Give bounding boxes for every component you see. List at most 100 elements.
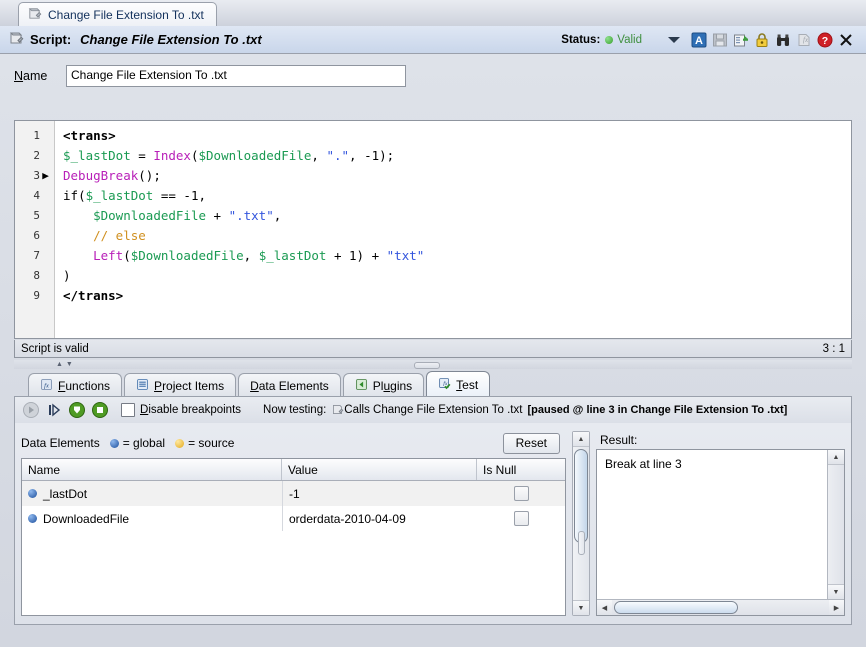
- result-hscroll-thumb[interactable]: [614, 601, 738, 614]
- breakpoint-marker-icon[interactable]: ▶: [40, 166, 51, 186]
- script-code-editor[interactable]: 123▶456789 <trans>$_lastDot = Index($Dow…: [14, 120, 852, 339]
- stop-button[interactable]: [90, 400, 110, 420]
- scroll-down-arrow-icon[interactable]: ▼: [573, 600, 589, 615]
- code-token: if: [63, 188, 78, 203]
- svg-text:fx: fx: [803, 36, 809, 44]
- gutter-line[interactable]: 6: [15, 226, 54, 246]
- table-header-row: NameValueIs Null: [22, 459, 565, 481]
- is-null-checkbox[interactable]: [514, 511, 529, 526]
- result-text: Break at line 3: [597, 450, 827, 599]
- global-legend-dot: [110, 439, 119, 448]
- result-horizontal-scrollbar[interactable]: ◀ ▶: [597, 599, 844, 615]
- table-row[interactable]: DownloadedFileorderdata-2010-04-09: [22, 506, 565, 531]
- pane-splitter[interactable]: ▲▼: [14, 360, 852, 369]
- font-button[interactable]: A: [690, 31, 707, 48]
- gutter-line[interactable]: 5: [15, 206, 54, 226]
- resume-button[interactable]: [67, 400, 87, 420]
- code-token: "txt": [387, 248, 425, 263]
- code-line[interactable]: DebugBreak();: [63, 166, 851, 186]
- result-vertical-scrollbar[interactable]: ▲ ▼: [827, 450, 844, 599]
- code-token: // else: [93, 228, 146, 243]
- code-token: , -1);: [349, 148, 394, 163]
- cell-is-null[interactable]: [477, 506, 565, 531]
- scroll-thumb[interactable]: [574, 449, 588, 543]
- code-token: =: [138, 148, 153, 163]
- scroll-grip[interactable]: [578, 531, 585, 555]
- tab-label: Plugins: [373, 379, 412, 393]
- tab-functions[interactable]: fxFunctions: [28, 373, 122, 397]
- splitter-grip[interactable]: [414, 362, 440, 369]
- column-header-is-null[interactable]: Is Null: [477, 459, 565, 480]
- run-button[interactable]: [21, 400, 41, 420]
- result-title: Result:: [600, 433, 637, 447]
- gutter-line[interactable]: 3▶: [15, 166, 54, 186]
- tab-data-elements[interactable]: Data Elements: [238, 373, 341, 397]
- tab-label: Functions: [58, 379, 110, 393]
- code-token: Left: [93, 248, 123, 263]
- disable-breakpoints-checkbox[interactable]: [121, 403, 135, 417]
- editor-code-area[interactable]: <trans>$_lastDot = Index($DownloadedFile…: [55, 121, 851, 338]
- code-line[interactable]: Left($DownloadedFile, $_lastDot + 1) + "…: [63, 246, 851, 266]
- test-panels: Data Elements = global = source Reset Na…: [14, 423, 852, 625]
- code-line[interactable]: <trans>: [63, 126, 851, 146]
- code-token: + 1) +: [326, 248, 386, 263]
- gutter-line[interactable]: 1: [15, 126, 54, 146]
- script-properties-button[interactable]: fx: [795, 31, 812, 48]
- tab-project-items[interactable]: Project Items: [124, 373, 236, 397]
- tab-label: Test: [456, 378, 478, 392]
- code-line[interactable]: if($_lastDot == -1,: [63, 186, 851, 206]
- disable-breakpoints-label[interactable]: Disable breakpoints: [140, 404, 241, 416]
- close-button[interactable]: [837, 31, 854, 48]
- cell-value[interactable]: orderdata-2010-04-09: [282, 506, 477, 531]
- gutter-line[interactable]: 9: [15, 286, 54, 306]
- scroll-up-arrow-icon[interactable]: ▲: [573, 432, 589, 447]
- tab-plugins[interactable]: Plugins: [343, 373, 424, 397]
- lock-button[interactable]: [753, 31, 770, 48]
- code-token: (: [123, 248, 131, 263]
- global-dot-icon: [28, 489, 37, 498]
- reset-button[interactable]: Reset: [503, 433, 560, 454]
- result-hscroll-track[interactable]: [612, 600, 829, 615]
- save-button[interactable]: [711, 31, 728, 48]
- chevron-down-icon[interactable]: [668, 37, 680, 43]
- column-header-name[interactable]: Name: [22, 459, 282, 480]
- table-row[interactable]: _lastDot-1: [22, 481, 565, 506]
- gutter-line[interactable]: 4: [15, 186, 54, 206]
- status-value: Valid: [617, 34, 642, 46]
- is-null-checkbox[interactable]: [514, 486, 529, 501]
- name-input[interactable]: Change File Extension To .txt: [66, 65, 406, 87]
- document-tab[interactable]: Change File Extension To .txt: [18, 2, 217, 26]
- result-scroll-down-arrow-icon[interactable]: ▼: [828, 584, 844, 599]
- help-button[interactable]: ?: [816, 31, 833, 48]
- scroll-track[interactable]: [573, 447, 589, 600]
- gutter-line[interactable]: 2: [15, 146, 54, 166]
- gutter-line[interactable]: 7: [15, 246, 54, 266]
- splitter-arrows-icon[interactable]: ▲▼: [56, 361, 76, 368]
- binoculars-icon[interactable]: [774, 31, 791, 48]
- data-elements-scrollbar[interactable]: ▲ ▼: [572, 431, 590, 616]
- code-line[interactable]: </trans>: [63, 286, 851, 306]
- result-scroll-track[interactable]: [828, 465, 844, 584]
- result-scroll-up-arrow-icon[interactable]: ▲: [828, 450, 844, 465]
- result-scroll-right-arrow-icon[interactable]: ▶: [829, 600, 844, 615]
- gutter-line[interactable]: 8: [15, 266, 54, 286]
- code-line[interactable]: // else: [63, 226, 851, 246]
- export-button[interactable]: [732, 31, 749, 48]
- code-line[interactable]: $_lastDot = Index($DownloadedFile, ".", …: [63, 146, 851, 166]
- code-token: ,: [244, 248, 259, 263]
- tab-label: Data Elements: [250, 379, 329, 393]
- code-token: == -1,: [161, 188, 206, 203]
- data-elements-title: Data Elements: [21, 436, 100, 450]
- column-header-value[interactable]: Value: [282, 459, 477, 480]
- code-line[interactable]: ): [63, 266, 851, 286]
- step-button[interactable]: [44, 400, 64, 420]
- code-line[interactable]: $DownloadedFile + ".txt",: [63, 206, 851, 226]
- code-token: $DownloadedFile: [199, 148, 312, 163]
- result-scroll-left-arrow-icon[interactable]: ◀: [597, 600, 612, 615]
- editor-status-bar: Script is valid 3 : 1: [14, 340, 852, 358]
- cell-is-null[interactable]: [477, 481, 565, 506]
- source-legend-label: = source: [188, 436, 234, 450]
- code-token: DebugBreak: [63, 168, 138, 183]
- cell-value[interactable]: -1: [282, 481, 477, 506]
- tab-test[interactable]: fxTest: [426, 371, 490, 397]
